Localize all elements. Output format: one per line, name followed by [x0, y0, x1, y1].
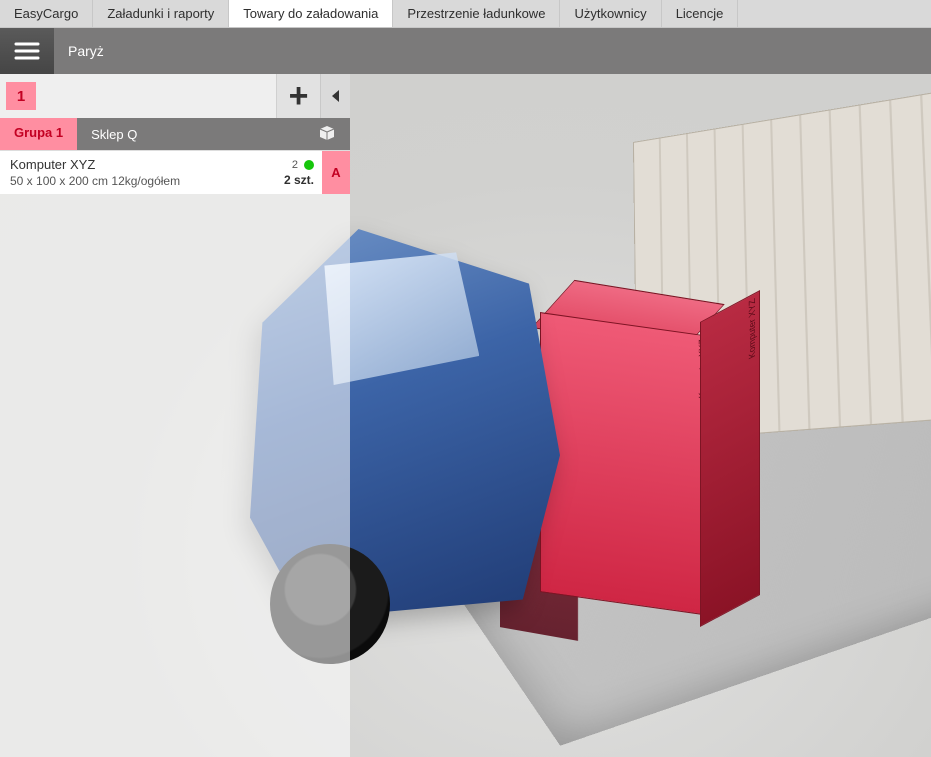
titlebar: Paryż: [0, 28, 931, 74]
item-name: Komputer XYZ: [10, 157, 274, 172]
group-count-badge[interactable]: 1: [6, 82, 36, 110]
nav-tab-licenses[interactable]: Licencje: [662, 0, 739, 27]
item-dimensions: 50 x 100 x 200 cm 12kg/ogółem: [10, 174, 274, 188]
item-drag-handle[interactable]: A: [322, 151, 350, 194]
item-main: Komputer XYZ 50 x 100 x 200 cm 12kg/ogół…: [0, 151, 284, 194]
top-nav: EasyCargo Załadunki i raporty Towary do …: [0, 0, 931, 28]
side-panel: 1 + Grupa 1 Sklep Q Komputer XYZ 50 x: [0, 74, 350, 757]
cargo-box-front[interactable]: Komputer XYZ: [540, 312, 710, 616]
status-dot-icon: [304, 160, 314, 170]
cargo-item-row[interactable]: Komputer XYZ 50 x 100 x 200 cm 12kg/ogół…: [0, 150, 350, 194]
item-quantity: 2 szt.: [284, 173, 314, 187]
item-meta: 2 2 szt.: [284, 151, 322, 194]
workspace: Komputer XYZ Komputer XYZ Komputer XYZ 1…: [0, 74, 931, 757]
chevron-left-icon: [331, 89, 341, 103]
cargo-label: Komputer XYZ: [747, 297, 757, 361]
group-tab-sklep-q[interactable]: Sklep Q: [77, 118, 350, 150]
hamburger-button[interactable]: [0, 28, 54, 74]
collapse-panel-button[interactable]: [320, 74, 350, 118]
cargo-box-side: Komputer XYZ: [700, 290, 760, 627]
hamburger-icon: [14, 42, 40, 60]
groups-row: 1 +: [0, 74, 350, 118]
nav-tab-easycargo[interactable]: EasyCargo: [0, 0, 93, 27]
plus-icon: +: [289, 77, 309, 116]
nav-tab-loads[interactable]: Załadunki i raporty: [93, 0, 229, 27]
group-tab-1[interactable]: Grupa 1: [0, 118, 77, 150]
group-tab-label: Sklep Q: [91, 127, 137, 142]
package-icon: [318, 125, 336, 144]
add-group-button[interactable]: +: [276, 74, 320, 118]
nav-tab-users[interactable]: Użytkownicy: [560, 0, 661, 27]
route-title[interactable]: Paryż: [54, 28, 931, 74]
group-tabs: Grupa 1 Sklep Q: [0, 118, 350, 150]
groups-blank: [42, 74, 276, 118]
nav-tab-goods[interactable]: Towary do załadowania: [229, 0, 393, 27]
nav-tab-spaces[interactable]: Przestrzenie ładunkowe: [393, 0, 560, 27]
item-count: 2: [292, 159, 298, 171]
